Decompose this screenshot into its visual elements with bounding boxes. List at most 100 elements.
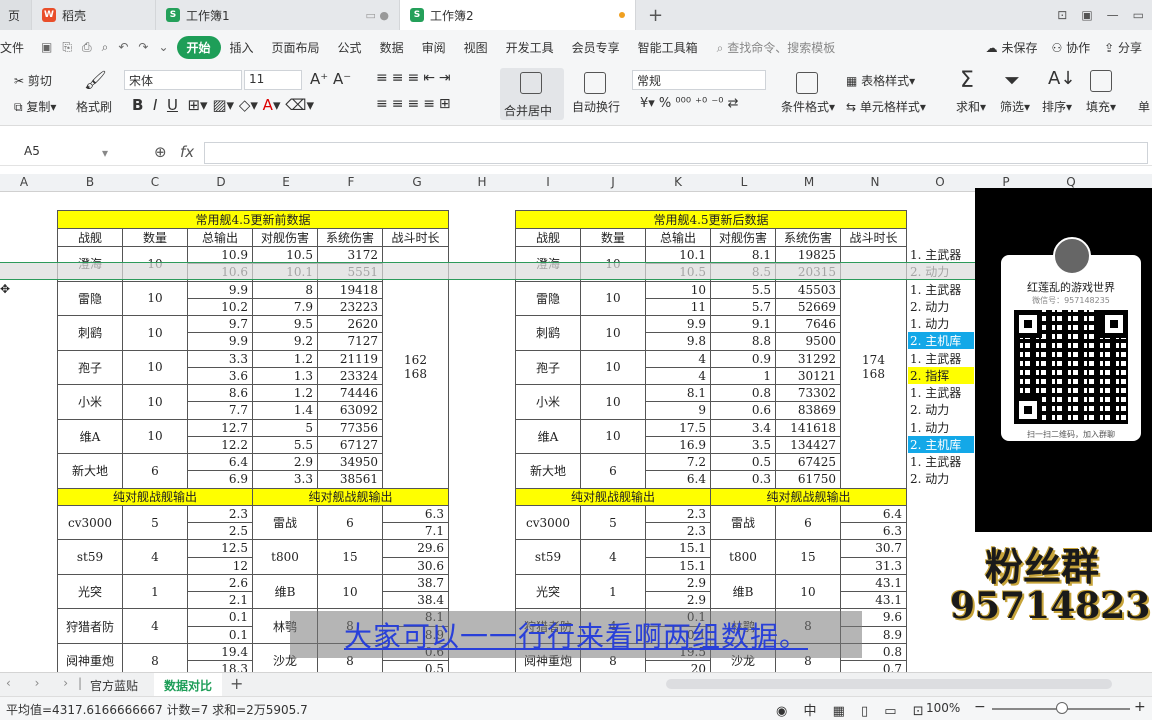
after-ship-damage[interactable]: 0.3 — [710, 470, 776, 489]
before-total-output[interactable]: 12.7 — [187, 418, 253, 437]
after-b-value[interactable]: 43.1 — [840, 591, 907, 610]
column-header-o[interactable]: O — [935, 175, 944, 189]
column-header-c[interactable]: C — [151, 175, 159, 189]
before-system-damage[interactable]: 23324 — [317, 366, 383, 385]
before-header[interactable]: 系统伤害 — [317, 228, 383, 247]
before-ship-damage[interactable]: 9.5 — [252, 315, 318, 334]
after-total-output[interactable]: 8.1 — [645, 384, 711, 403]
before-b-value[interactable]: 6.3 — [382, 504, 449, 523]
name-box[interactable]: A5 — [20, 143, 110, 163]
before-ship-count[interactable]: 10 — [122, 280, 188, 316]
add-sheet-button[interactable]: + — [230, 674, 243, 693]
sheet-tab-compare[interactable]: 数据对比 — [154, 673, 223, 696]
after-a-value[interactable]: 2.9 — [645, 573, 711, 592]
before-system-damage[interactable]: 67127 — [317, 435, 383, 454]
after-a-value[interactable]: 15.1 — [645, 556, 711, 575]
before-ship-count[interactable]: 10 — [122, 418, 188, 454]
after-ship-name[interactable]: 雷隐 — [515, 280, 581, 316]
after-duration[interactable]: 174 168 — [840, 246, 907, 489]
copy-button[interactable]: ⧉ 复制▾ — [14, 98, 56, 115]
sum-icon[interactable]: Σ — [960, 68, 974, 93]
single-button[interactable]: 单 — [1138, 98, 1150, 115]
after-ship-damage[interactable]: 5.5 — [710, 280, 776, 299]
before-ship-damage[interactable]: 2.9 — [252, 453, 318, 472]
before-system-damage[interactable]: 38561 — [317, 470, 383, 489]
zoom-icon[interactable]: ⊕ — [154, 143, 167, 161]
before-total-output[interactable]: 12.2 — [187, 435, 253, 454]
before-system-damage[interactable]: 7127 — [317, 332, 383, 351]
column-header-m[interactable]: M — [804, 175, 814, 189]
before-header[interactable]: 战舰 — [57, 228, 123, 247]
component-note[interactable]: 2. 动力 — [908, 401, 975, 418]
menu-smart-tools[interactable]: 智能工具箱 — [629, 39, 707, 56]
after-a-ship-name[interactable]: cv3000 — [515, 504, 581, 541]
after-total-output[interactable]: 10 — [645, 280, 711, 299]
after-b-ship-count[interactable]: 10 — [775, 573, 841, 610]
align-buttons-bottom[interactable]: ≡≡≡≡⊞ — [376, 96, 455, 112]
after-b-ship-name[interactable]: 维B — [710, 573, 776, 610]
conditional-format-icon[interactable] — [796, 72, 818, 94]
after-ship-damage[interactable]: 9.1 — [710, 315, 776, 334]
component-note[interactable]: 1. 动力 — [908, 419, 975, 436]
after-total-output[interactable]: 16.9 — [645, 435, 711, 454]
menu-view[interactable]: 视图 — [455, 39, 497, 56]
before-ship-name[interactable]: 雷隐 — [57, 280, 123, 316]
save-icon[interactable]: ▣ — [41, 40, 52, 55]
before-ship-damage[interactable]: 9.2 — [252, 332, 318, 351]
minimize-icon[interactable]: — — [1107, 8, 1119, 22]
after-ship-damage[interactable]: 3.4 — [710, 418, 776, 437]
column-header-g[interactable]: G — [412, 175, 421, 189]
formula-input[interactable] — [204, 142, 1148, 164]
before-ship-name[interactable]: 新大地 — [57, 453, 123, 489]
before-total-output[interactable]: 10.2 — [187, 297, 253, 316]
after-b-value[interactable]: 6.4 — [840, 504, 907, 523]
column-header-d[interactable]: D — [216, 175, 225, 189]
before-a-value[interactable]: 2.5 — [187, 522, 253, 541]
after-header[interactable]: 对舰伤害 — [710, 228, 776, 247]
component-note[interactable]: 1. 主武器 — [908, 246, 975, 263]
before-b-value[interactable]: 29.6 — [382, 539, 449, 558]
menu-page-layout[interactable]: 页面布局 — [263, 39, 329, 56]
undo-icon[interactable]: ↶ — [118, 40, 128, 55]
before-b-ship-name[interactable]: 维B — [252, 573, 318, 610]
after-system-damage[interactable]: 141618 — [775, 418, 841, 437]
after-b-value[interactable]: 43.1 — [840, 573, 907, 592]
table-style-button[interactable]: ▦ 表格样式▾ — [846, 72, 915, 89]
cell-style-button[interactable]: ⇆ 单元格样式▾ — [846, 98, 926, 115]
after-ship-damage[interactable]: 5.7 — [710, 297, 776, 316]
before-a-value[interactable]: 2.6 — [187, 573, 253, 592]
number-format-buttons[interactable]: ¥▾ % ⁰⁰⁰ ⁺⁰ ⁻⁰ ⇄ — [640, 96, 738, 111]
after-a-ship-count[interactable]: 4 — [580, 539, 646, 575]
after-ship-count[interactable]: 10 — [580, 418, 646, 454]
after-b-value[interactable]: 6.3 — [840, 522, 907, 541]
menu-developer[interactable]: 开发工具 — [497, 39, 563, 56]
command-search[interactable]: ⌕ 查找命令、搜索模板 — [707, 39, 846, 56]
after-b-value[interactable]: 30.7 — [840, 539, 907, 558]
sheet-nav-icons[interactable]: ‹ › ›| — [6, 676, 92, 690]
before-ship-damage[interactable]: 5.5 — [252, 435, 318, 454]
before-b-ship-count[interactable]: 6 — [317, 504, 383, 541]
column-header-q[interactable]: Q — [1066, 175, 1075, 189]
after-ship-count[interactable]: 10 — [580, 384, 646, 420]
conditional-format-button[interactable]: 条件格式▾ — [781, 98, 835, 115]
after-header[interactable]: 总输出 — [645, 228, 711, 247]
before-a-ship-count[interactable]: 4 — [122, 539, 188, 575]
after-total-output[interactable]: 7.2 — [645, 453, 711, 472]
after-system-damage[interactable]: 61750 — [775, 470, 841, 489]
before-a-value[interactable]: 2.3 — [187, 504, 253, 523]
column-header-j[interactable]: J — [611, 175, 615, 189]
before-a-ship-name[interactable]: 光突 — [57, 573, 123, 610]
after-ship-count[interactable]: 10 — [580, 315, 646, 351]
fx-button[interactable]: fx — [180, 143, 194, 161]
after-total-output[interactable]: 17.5 — [645, 418, 711, 437]
export-icon[interactable]: ⎘ — [62, 40, 72, 55]
tab-workbook2[interactable]: S 工作簿2 — [400, 0, 636, 30]
after-a-value[interactable]: 2.3 — [645, 504, 711, 523]
before-header[interactable]: 总输出 — [187, 228, 253, 247]
font-grow-icon[interactable]: A⁺ A⁻ — [310, 70, 351, 88]
collab-button[interactable]: ⚇ 协作 — [1052, 39, 1091, 56]
zoom-slider-handle[interactable] — [1056, 702, 1068, 714]
after-b-ship-count[interactable]: 6 — [775, 504, 841, 541]
before-system-damage[interactable]: 74446 — [317, 384, 383, 403]
restore-icon[interactable]: ▭ — [1133, 8, 1144, 22]
